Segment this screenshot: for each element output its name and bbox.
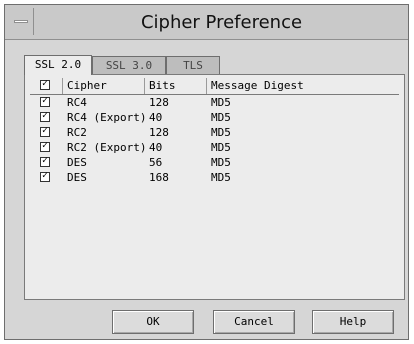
window-menu-button[interactable] (8, 8, 34, 35)
tab-tls[interactable]: TLS (166, 56, 220, 74)
header-message-digest[interactable]: Message Digest (207, 78, 399, 94)
dialog-title: Cipher Preference (140, 12, 303, 33)
cipher-cell: RC4 (Export) (67, 111, 147, 124)
table-header: ✓ Cipher Bits Message Digest (30, 78, 399, 95)
digest-cell: MD5 (211, 141, 231, 154)
bits-cell: 40 (149, 111, 163, 124)
cipher-cell: RC2 (67, 126, 87, 139)
bits-cell: 128 (149, 126, 169, 139)
header-bits[interactable]: Bits (145, 78, 207, 94)
cipher-preference-dialog: Cipher Preference SSL 2.0 SSL 3.0 TLS ✓ … (4, 4, 409, 340)
table-row[interactable]: ✓ RC4 (Export) 40 MD5 (30, 110, 399, 125)
table-row[interactable]: ✓ DES 56 MD5 (30, 155, 399, 170)
check-icon: ✓ (42, 170, 49, 181)
title-bar: Cipher Preference (5, 5, 408, 40)
digest-cell: MD5 (211, 111, 231, 124)
digest-cell: MD5 (211, 96, 231, 109)
row-checkbox-cell: ✓ (30, 140, 63, 155)
tab-ssl-2-0[interactable]: SSL 2.0 (24, 55, 92, 75)
digest-cell: MD5 (211, 156, 231, 169)
table-row[interactable]: ✓ DES 168 MD5 (30, 170, 399, 185)
row-checkbox-cell: ✓ (30, 155, 63, 170)
row-checkbox-cell: ✓ (30, 95, 63, 110)
check-icon: ✓ (42, 155, 49, 166)
window-menu-icon (14, 20, 28, 23)
check-icon: ✓ (42, 110, 49, 121)
header-select-all[interactable]: ✓ (30, 78, 63, 94)
row-checkbox[interactable]: ✓ (40, 155, 50, 167)
cancel-button[interactable]: Cancel (213, 310, 295, 334)
cipher-cell: RC4 (67, 96, 87, 109)
cipher-cell: DES (67, 156, 87, 169)
header-cipher[interactable]: Cipher (63, 78, 145, 94)
bits-cell: 40 (149, 141, 163, 154)
row-checkbox[interactable]: ✓ (40, 125, 50, 137)
row-checkbox[interactable]: ✓ (40, 110, 50, 122)
cipher-cell: DES (67, 171, 87, 184)
row-checkbox-cell: ✓ (30, 125, 63, 140)
tab-ssl-3-0[interactable]: SSL 3.0 (92, 56, 166, 74)
digest-cell: MD5 (211, 126, 231, 139)
tab-content-panel: ✓ Cipher Bits Message Digest ✓ RC4 128 M… (24, 74, 405, 300)
ok-button[interactable]: OK (112, 310, 194, 334)
cipher-cell: RC2 (Export) (67, 141, 147, 154)
button-bar: OK Cancel Help (5, 310, 408, 334)
check-icon: ✓ (42, 140, 49, 151)
row-checkbox[interactable]: ✓ (40, 170, 50, 182)
row-checkbox-cell: ✓ (30, 110, 63, 125)
check-icon: ✓ (42, 125, 49, 136)
table-row[interactable]: ✓ RC2 (Export) 40 MD5 (30, 140, 399, 155)
check-icon: ✓ (42, 95, 49, 106)
bits-cell: 168 (149, 171, 169, 184)
table-row[interactable]: ✓ RC2 128 MD5 (30, 125, 399, 140)
row-checkbox-cell: ✓ (30, 170, 63, 185)
table-row[interactable]: ✓ RC4 128 MD5 (30, 95, 399, 110)
bits-cell: 128 (149, 96, 169, 109)
check-icon: ✓ (42, 78, 49, 89)
row-checkbox[interactable]: ✓ (40, 95, 50, 107)
row-checkbox[interactable]: ✓ (40, 140, 50, 152)
cipher-table: ✓ Cipher Bits Message Digest ✓ RC4 128 M… (30, 78, 399, 185)
select-all-checkbox[interactable]: ✓ (40, 78, 50, 90)
help-button[interactable]: Help (312, 310, 394, 334)
digest-cell: MD5 (211, 171, 231, 184)
bits-cell: 56 (149, 156, 163, 169)
